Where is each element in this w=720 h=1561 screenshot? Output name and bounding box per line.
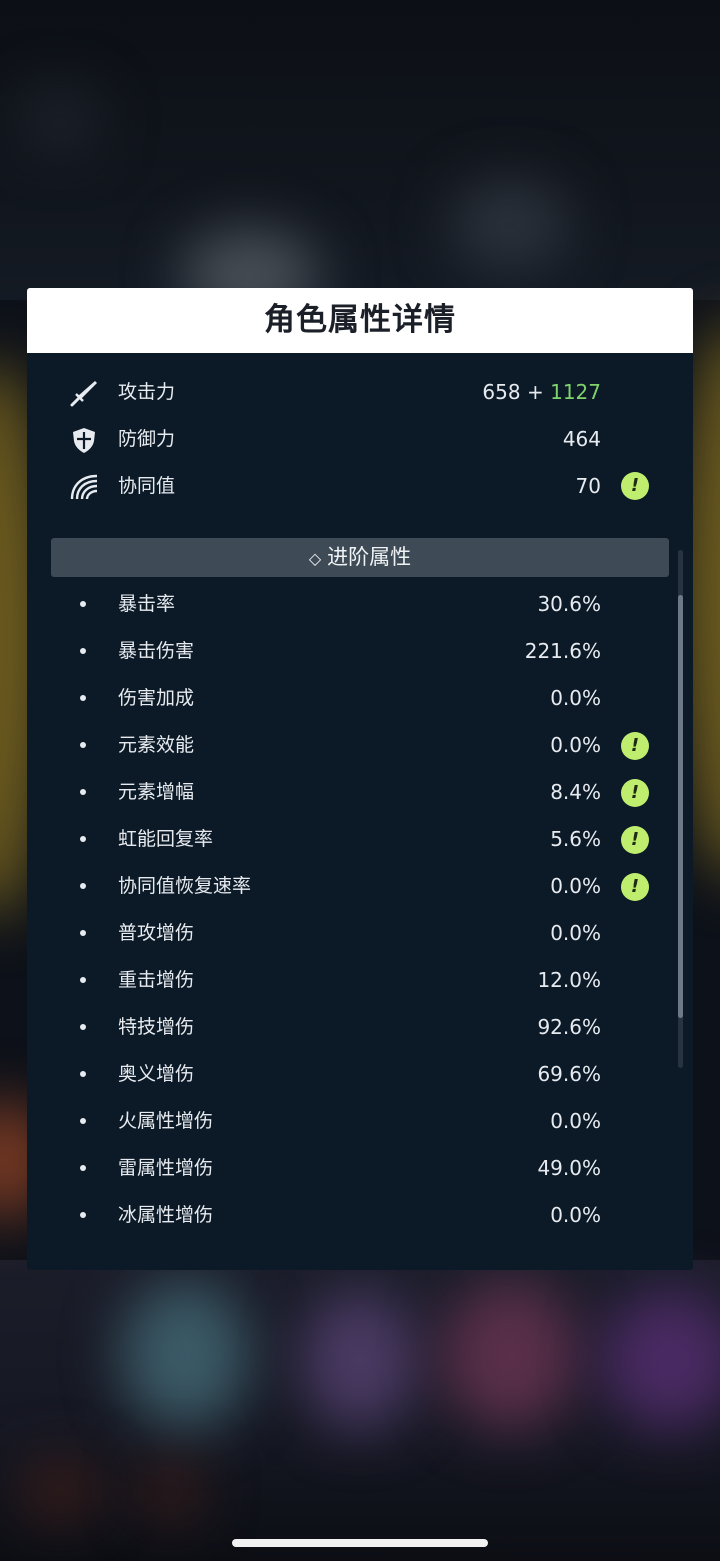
list-item: 虹能回复率 5.6% ! [27, 819, 693, 859]
attr-label: 元素增幅 [118, 781, 195, 803]
list-item: 元素效能 0.0% ! [27, 725, 693, 765]
bullet [80, 1165, 86, 1171]
bullet [80, 836, 86, 842]
attr-label: 元素效能 [118, 734, 195, 756]
attr-label: 协同值恢复速率 [118, 875, 252, 897]
bullet [80, 977, 86, 983]
attr-label: 暴击伤害 [118, 640, 195, 662]
bullet [80, 1024, 86, 1030]
list-item: 火属性增伤 0.0% [27, 1101, 693, 1141]
bullet [80, 648, 86, 654]
list-item: 暴击率 30.6% [27, 584, 693, 624]
shield-icon [69, 425, 99, 455]
bullet [80, 742, 86, 748]
attr-value: 5.6% [550, 827, 601, 851]
attr-value: 0.0% [550, 733, 601, 757]
attr-label: 伤害加成 [118, 687, 195, 709]
list-item: 暴击伤害 221.6% [27, 631, 693, 671]
list-item: 特技增伤 92.6% [27, 1007, 693, 1047]
stat-label: 协同值 [118, 475, 176, 497]
stat-row-attack: 攻击力 658 + 1127 [27, 372, 693, 412]
advanced-attribute-list[interactable]: 暴击率 30.6% 暴击伤害 221.6% 伤害加成 0.0% 元素效能 0.0… [27, 584, 693, 1250]
attr-value: 8.4% [550, 780, 601, 804]
attr-label: 普攻增伤 [118, 922, 195, 944]
stat-label: 防御力 [118, 428, 176, 450]
advanced-attributes-header: ◇ 进阶属性 [51, 538, 669, 577]
attr-value: 0.0% [550, 686, 601, 710]
stat-row-defense: 防御力 464 [27, 419, 693, 459]
sword-icon [69, 378, 99, 408]
attr-value: 0.0% [550, 1109, 601, 1133]
info-icon[interactable]: ! [621, 873, 649, 901]
panel-header: 角色属性详情 [27, 288, 693, 353]
info-icon[interactable]: ! [621, 779, 649, 807]
attr-label: 暴击率 [118, 593, 176, 615]
attr-value: 221.6% [524, 639, 601, 663]
list-item: 奥义增伤 69.6% [27, 1054, 693, 1094]
attr-value: 12.0% [537, 968, 601, 992]
list-item: 普攻增伤 0.0% [27, 913, 693, 953]
attr-label: 重击增伤 [118, 969, 195, 991]
home-indicator[interactable] [232, 1539, 488, 1547]
attribute-details-panel: 角色属性详情 攻击力 658 + 1127 防御力 464 协同值 70 ! ◇… [27, 288, 693, 1270]
info-icon[interactable]: ! [621, 732, 649, 760]
attr-value: 69.6% [537, 1062, 601, 1086]
section-title: 进阶属性 [327, 545, 412, 569]
list-item: 雷属性增伤 49.0% [27, 1148, 693, 1188]
list-item: 协同值恢复速率 0.0% ! [27, 866, 693, 906]
attr-label: 奥义增伤 [118, 1063, 195, 1085]
stat-bonus-value: 1127 [550, 380, 601, 404]
rainbow-icon [69, 472, 99, 502]
attr-value: 30.6% [537, 592, 601, 616]
attr-label: 虹能回复率 [118, 828, 214, 850]
stat-label: 攻击力 [118, 381, 176, 403]
info-icon[interactable]: ! [621, 472, 649, 500]
list-item: 伤害加成 0.0% [27, 678, 693, 718]
bullet [80, 1071, 86, 1077]
diamond-arrows-icon: ◇ [308, 549, 322, 568]
attr-value: 49.0% [537, 1156, 601, 1180]
attr-label: 火属性增伤 [118, 1110, 214, 1132]
attr-value: 0.0% [550, 921, 601, 945]
bullet [80, 601, 86, 607]
bullet [80, 1212, 86, 1218]
attr-label: 雷属性增伤 [118, 1157, 214, 1179]
stat-row-synergy: 协同值 70 ! [27, 466, 693, 506]
list-item: 重击增伤 12.0% [27, 960, 693, 1000]
bullet [80, 695, 86, 701]
attr-value: 92.6% [537, 1015, 601, 1039]
panel-title: 角色属性详情 [264, 302, 456, 338]
list-item: 元素增幅 8.4% ! [27, 772, 693, 812]
list-fade-overlay [27, 1228, 693, 1270]
attr-value: 0.0% [550, 874, 601, 898]
bullet [80, 883, 86, 889]
stat-value: 70 [575, 474, 601, 498]
stat-value: 658 + 1127 [482, 380, 601, 404]
info-icon[interactable]: ! [621, 826, 649, 854]
bullet [80, 1118, 86, 1124]
attr-label: 特技增伤 [118, 1016, 195, 1038]
bullet [80, 930, 86, 936]
stat-value: 464 [562, 427, 601, 451]
bullet [80, 789, 86, 795]
